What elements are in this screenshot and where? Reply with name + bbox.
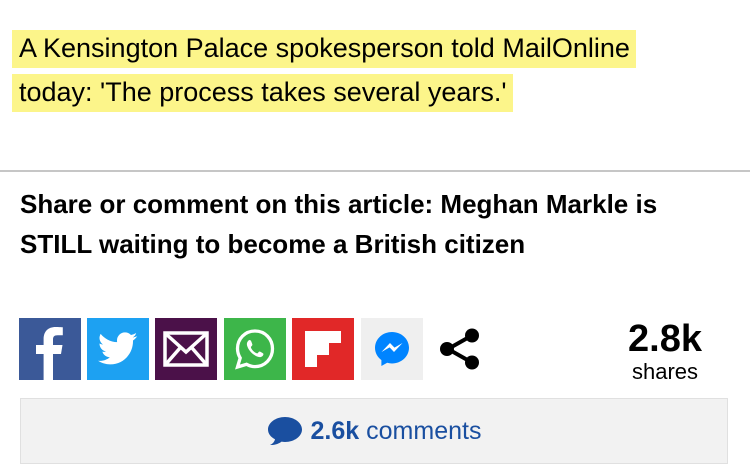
flipboard-icon: [305, 331, 341, 367]
comments-button[interactable]: 2.6k comments: [20, 398, 728, 464]
article-quote: A Kensington Palace spokesperson told Ma…: [12, 26, 692, 114]
share-title: Share or comment on this article: Meghan…: [20, 189, 658, 259]
twitter-share-button[interactable]: [87, 318, 149, 380]
facebook-icon: [36, 327, 63, 380]
twitter-icon: [98, 332, 138, 365]
messenger-icon: [375, 332, 409, 366]
comments-label: comments: [366, 416, 482, 445]
share-icon: [440, 328, 479, 370]
facebook-share-button[interactable]: [19, 318, 81, 380]
more-share-button[interactable]: [429, 318, 491, 380]
share-count: 2.8k shares: [620, 318, 710, 384]
whatsapp-icon: [235, 329, 275, 370]
share-count-label: shares: [631, 359, 699, 384]
share-count-number: 2.8k: [628, 318, 702, 360]
flipboard-share-button[interactable]: [292, 318, 354, 380]
speech-bubble-icon: [267, 417, 302, 446]
email-icon: [163, 331, 209, 367]
whatsapp-share-button[interactable]: [224, 318, 286, 380]
messenger-share-button[interactable]: [361, 318, 423, 380]
comments-count: 2.6k: [310, 416, 360, 445]
email-share-button[interactable]: [155, 318, 217, 380]
quote-highlight: A Kensington Palace spokesperson told Ma…: [12, 30, 636, 112]
section-divider: [0, 170, 750, 172]
comments-text: 2.6k comments: [311, 417, 482, 446]
